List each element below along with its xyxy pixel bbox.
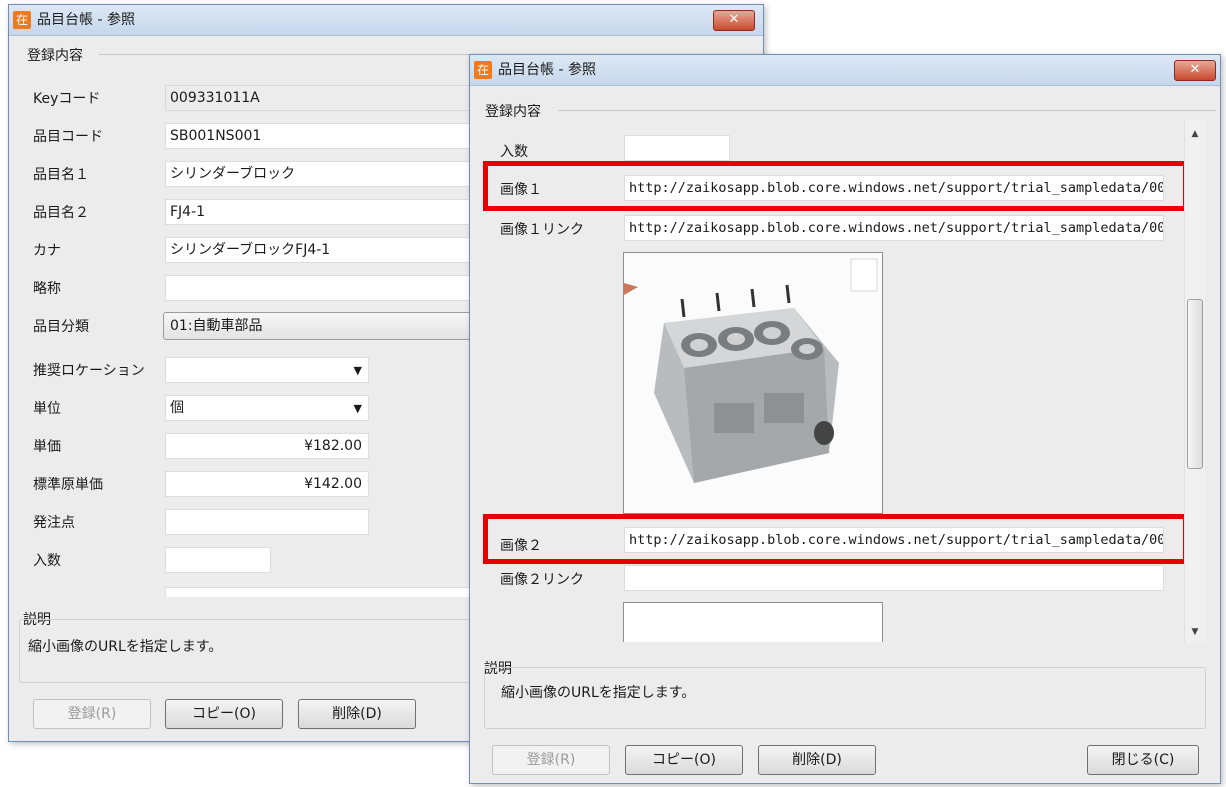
key-code-field[interactable]: 009331011A <box>165 85 485 111</box>
field-label-image-2-link: 画像２リンク <box>500 572 584 588</box>
field-label-abbreviation: 略称 <box>33 281 61 297</box>
app-icon: 在 <box>13 11 31 29</box>
description-text: 縮小画像のURLを指定します。 <box>501 685 696 701</box>
scroll-down-icon[interactable]: ▼ <box>1188 627 1202 637</box>
field-label-unit: 単位 <box>33 401 61 417</box>
unit-value: 個 <box>170 400 184 416</box>
field-label-item-name-1: 品目名１ <box>33 167 89 183</box>
window-title: 品目台帳 - 参照 <box>498 62 596 78</box>
image-1-link-field[interactable]: http://zaikosapp.blob.core.windows.net/s… <box>624 215 1164 241</box>
group-title-registration: 登録内容 <box>485 104 541 120</box>
item-name-1-field[interactable]: シリンダーブロック <box>165 161 485 187</box>
delete-button[interactable]: 削除(D) <box>298 699 416 729</box>
quantity-field[interactable] <box>165 547 271 573</box>
dropdown-arrow-icon[interactable]: ▼ <box>354 397 362 421</box>
field-label-recommended-location: 推奨ロケーション <box>33 363 145 379</box>
delete-button[interactable]: 削除(D) <box>758 745 876 775</box>
group-title-registration: 登録内容 <box>27 48 83 64</box>
dropdown-arrow-icon[interactable]: ▼ <box>354 359 362 383</box>
window-title: 品目台帳 - 参照 <box>37 12 135 28</box>
field-label-image-1-link: 画像１リンク <box>500 222 584 238</box>
scroll-up-icon[interactable]: ▲ <box>1188 129 1202 139</box>
copy-button[interactable]: コピー(O) <box>165 699 283 729</box>
image-2-link-field[interactable] <box>624 565 1164 591</box>
close-icon[interactable]: ✕ <box>713 10 755 31</box>
register-button[interactable]: 登録(R) <box>492 745 610 775</box>
field-label-reorder-point: 発注点 <box>33 515 75 531</box>
field-label-unit-price: 単価 <box>33 439 61 455</box>
unit-combo[interactable]: 個 ▼ <box>165 395 369 421</box>
item-code-field[interactable]: SB001NS001 <box>165 123 485 149</box>
close-button[interactable]: 閉じる(C) <box>1087 745 1199 775</box>
field-label-quantity: 入数 <box>33 553 61 569</box>
description-frame: 縮小画像のURLを指定します。 <box>484 667 1206 729</box>
partial-field[interactable] <box>165 587 485 597</box>
group-divider <box>558 110 1216 111</box>
image-1-highlight <box>483 161 1188 211</box>
item-name-2-field[interactable]: FJ4-1 <box>165 199 485 225</box>
close-icon[interactable]: ✕ <box>1174 60 1216 81</box>
reorder-point-field[interactable] <box>165 509 369 535</box>
description-text: 縮小画像のURLを指定します。 <box>28 639 223 655</box>
unit-price-field[interactable]: ¥182.00 <box>165 433 369 459</box>
kana-field[interactable]: シリンダーブロックFJ4-1 <box>165 237 485 263</box>
app-icon: 在 <box>474 61 492 79</box>
field-label-quantity: 入数 <box>500 144 528 160</box>
image-2-preview <box>623 602 883 642</box>
register-button[interactable]: 登録(R) <box>33 699 151 729</box>
copy-button[interactable]: コピー(O) <box>625 745 743 775</box>
field-label-standard-cost: 標準原単価 <box>33 477 103 493</box>
item-category-select[interactable]: 01:自動車部品 <box>163 312 487 340</box>
recommended-location-combo[interactable]: ▼ <box>165 357 369 383</box>
field-label-key-code: Keyコード <box>33 91 101 107</box>
field-label-kana: カナ <box>33 243 61 259</box>
field-label-item-category: 品目分類 <box>33 319 89 335</box>
front-window-titlebar[interactable]: 在 品目台帳 - 参照 ✕ <box>470 55 1220 86</box>
image-2-highlight <box>483 514 1188 564</box>
quantity-field[interactable] <box>624 135 730 161</box>
field-label-item-name-2: 品目名２ <box>33 205 89 221</box>
vertical-scrollbar[interactable]: ▲ ▼ <box>1184 119 1205 643</box>
scrollbar-thumb[interactable] <box>1187 299 1203 469</box>
image-1-preview <box>623 252 883 514</box>
front-window: 在 品目台帳 - 参照 ✕ 登録内容 入数 画像１ http://zaikosa… <box>469 54 1221 784</box>
standard-cost-field[interactable]: ¥142.00 <box>165 471 369 497</box>
back-window-titlebar[interactable]: 在 品目台帳 - 参照 ✕ <box>9 5 763 36</box>
cylinder-head-image <box>624 253 882 513</box>
abbreviation-field[interactable] <box>165 275 485 301</box>
field-label-item-code: 品目コード <box>33 129 103 145</box>
